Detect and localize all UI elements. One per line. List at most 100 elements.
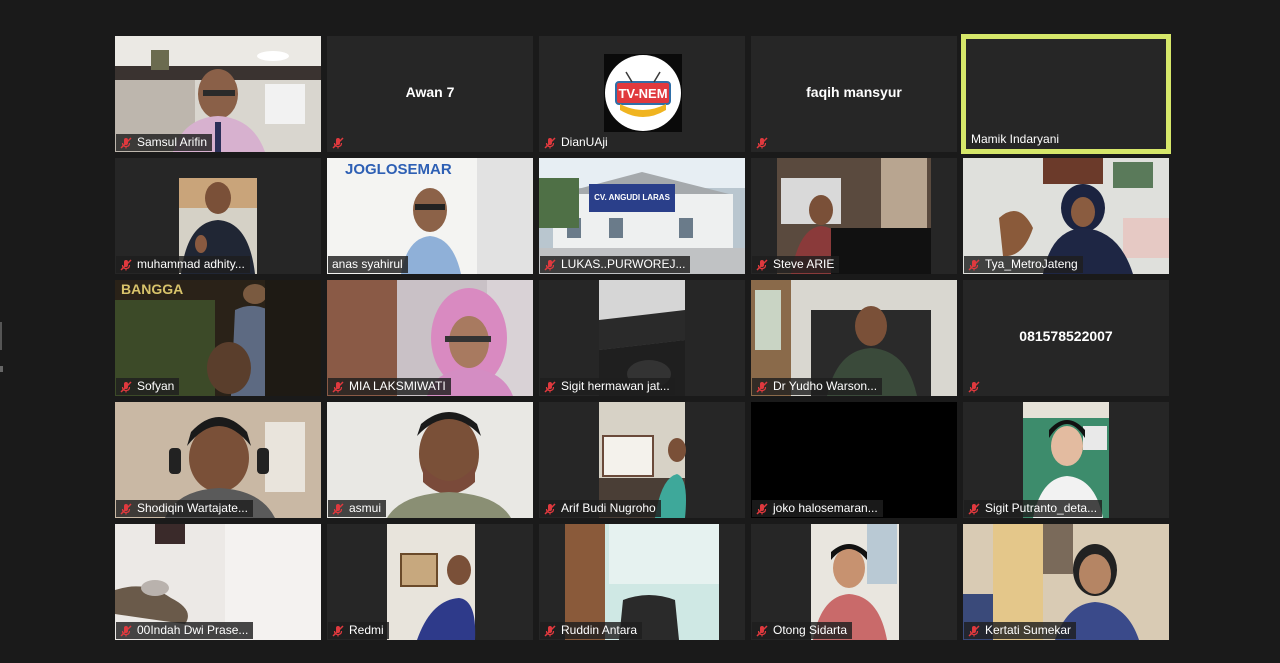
participant-name: Samsul Arifin [137,135,208,149]
participant-tile[interactable]: faqih mansyur [751,36,957,152]
participant-tile[interactable]: CV. ANGUDI LARAS LUKAS..PURWOREJ... [539,158,745,274]
microphone-muted-icon [120,380,132,393]
participant-name-label: Mamik Indaryani [967,131,1064,148]
participant-name-label: Otong Sidarta [752,622,853,639]
participant-name-label: Tya_MetroJateng [964,256,1083,273]
participant-tile[interactable]: asmui [327,402,533,518]
participant-display-name: Awan 7 [405,84,455,100]
participant-name: Sigit hermawan jat... [561,379,670,393]
participant-name: MIA LAKSMIWATI [349,379,446,393]
participant-name: 00Indah Dwi Prase... [137,623,249,637]
participant-name-label: asmui [328,500,387,517]
participant-tile[interactable]: Dr Yudho Warson... [751,280,957,396]
participant-name: Sofyan [137,379,175,393]
participant-name: Kertati Sumekar [985,623,1072,637]
microphone-muted-icon [756,136,768,149]
participant-tile[interactable]: Ruddin Antara [539,524,745,640]
participant-name-label: Sigit Putranto_deta... [964,500,1103,517]
participant-name: Shodiqin Wartajate... [137,501,248,515]
participant-tile[interactable]: BANGGA Sofyan [115,280,321,396]
tv-nem-logo: TV-NEM [604,54,682,132]
participant-name: Dr Yudho Warson... [773,379,878,393]
microphone-muted-icon [968,380,980,393]
participant-tile[interactable]: Sigit hermawan jat... [539,280,745,396]
participant-tile[interactable]: Shodiqin Wartajate... [115,402,321,518]
participant-name-label [752,134,773,151]
participant-tile[interactable]: Awan 7 [327,36,533,152]
participant-name-label: Kertati Sumekar [964,622,1077,639]
microphone-muted-icon [120,502,132,515]
logo-text: TV-NEM [618,86,667,101]
microphone-muted-icon [120,136,132,149]
participant-tile[interactable]: Arif Budi Nugroho [539,402,745,518]
microphone-muted-icon [544,136,556,149]
microphone-muted-icon [120,258,132,271]
participant-name: Redmi [349,623,384,637]
microphone-muted-icon [544,380,556,393]
participant-tile[interactable]: 00Indah Dwi Prase... [115,524,321,640]
participant-tile[interactable]: Samsul Arifin [115,36,321,152]
participant-name-label: Dr Yudho Warson... [752,378,883,395]
participant-name: Ruddin Antara [561,623,638,637]
microphone-muted-icon [332,502,344,515]
participant-display-name: 081578522007 [1019,328,1113,344]
participant-name-label: LUKAS..PURWOREJ... [540,256,691,273]
participant-name-label: Sofyan [116,378,180,395]
participant-name-label: Arif Budi Nugroho [540,500,661,517]
microphone-muted-icon [332,380,344,393]
participant-name: Sigit Putranto_deta... [985,501,1098,515]
participant-name-label [328,134,349,151]
active-speaker-tile[interactable]: Mamik Indaryani [961,34,1171,154]
participant-tile[interactable]: Kertati Sumekar [963,524,1169,640]
microphone-muted-icon [756,624,768,637]
participant-name-label: Ruddin Antara [540,622,643,639]
participant-name: anas syahirul [332,257,403,271]
participant-name: Arif Budi Nugroho [561,501,656,515]
participant-tile[interactable]: Tya_MetroJateng [963,158,1169,274]
participant-name-label: Sigit hermawan jat... [540,378,675,395]
side-panel-indicator [0,366,3,372]
participant-tile[interactable]: Redmi [327,524,533,640]
participant-name: Mamik Indaryani [971,132,1060,146]
participant-tile[interactable]: Steve ARIE [751,158,957,274]
participant-name-label: joko halosemaran... [752,500,883,517]
microphone-muted-icon [756,380,768,393]
participant-tile[interactable]: Otong Sidarta [751,524,957,640]
participant-name-label: 00Indah Dwi Prase... [116,622,254,639]
side-panel-handle[interactable] [0,322,2,350]
microphone-muted-icon [544,502,556,515]
participant-tile[interactable]: joko halosemaran... [751,402,957,518]
participant-tile[interactable]: muhammad adhity... [115,158,321,274]
microphone-muted-icon [968,624,980,637]
participant-name-label: Redmi [328,622,389,639]
participant-name: joko halosemaran... [773,501,878,515]
microphone-muted-icon [756,258,768,271]
participant-name: Otong Sidarta [773,623,848,637]
microphone-muted-icon [968,502,980,515]
participant-name-label: muhammad adhity... [116,256,250,273]
participant-name: muhammad adhity... [137,257,245,271]
participant-tile[interactable]: TV-NEM DianUAji [539,36,745,152]
microphone-muted-icon [120,624,132,637]
microphone-muted-icon [544,624,556,637]
participant-tile[interactable]: MIA LAKSMIWATI [327,280,533,396]
participant-name-label: anas syahirul [328,256,408,273]
microphone-muted-icon [332,624,344,637]
participant-name-label: DianUAji [540,134,613,151]
participant-name-label: Steve ARIE [752,256,840,273]
microphone-muted-icon [332,136,344,149]
microphone-muted-icon [968,258,980,271]
participant-name: asmui [349,501,382,515]
participant-display-name: faqih mansyur [806,84,902,100]
participant-tile[interactable]: 081578522007 [963,280,1169,396]
participant-name-label: MIA LAKSMIWATI [328,378,451,395]
participant-name: LUKAS..PURWOREJ... [561,257,686,271]
participant-name-label [964,378,985,395]
backdrop-text: BANGGA [121,281,183,297]
gallery-grid: Samsul Arifin Awan 7 TV-NEM DianUAji faq… [115,34,1171,640]
participant-name: Steve ARIE [773,257,835,271]
participant-name-label: Samsul Arifin [116,134,213,151]
participant-tile[interactable]: Sigit Putranto_deta... [963,402,1169,518]
microphone-muted-icon [756,502,768,515]
participant-tile[interactable]: JOGLOSEMAR anas syahirul [327,158,533,274]
